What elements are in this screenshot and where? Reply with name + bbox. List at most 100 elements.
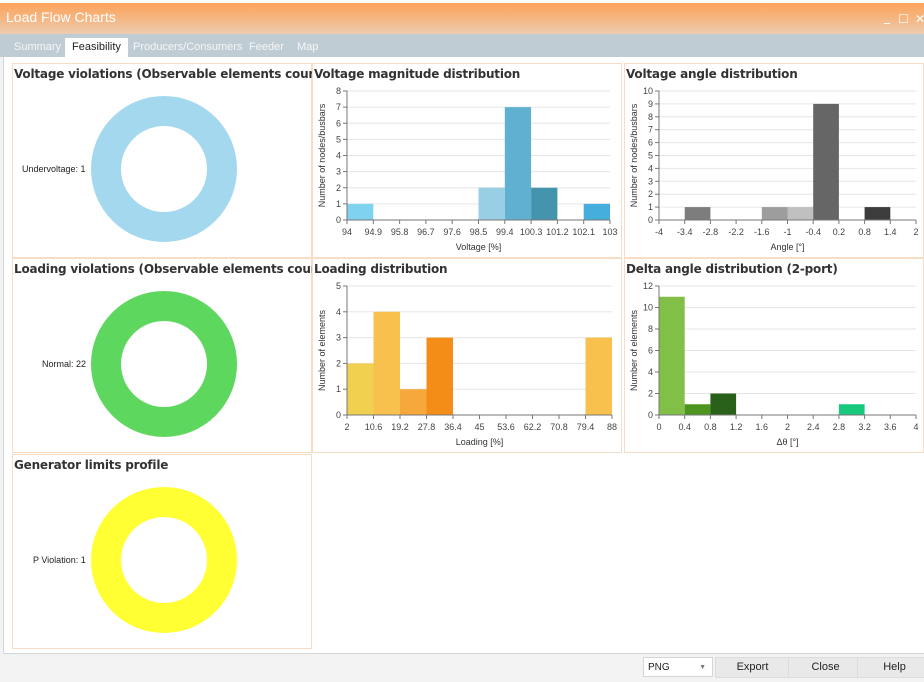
x-tick-label: 97.6: [443, 227, 461, 237]
voltage-magnitude-chart: 0 1 2 3 4 5 6 7 8 94 94.9 95.8 96.7 97.6 98.5 99.4 100.3…: [317, 86, 618, 252]
close-window-icon[interactable]: ✕: [915, 12, 924, 26]
x-tick-label: 2: [344, 422, 349, 432]
x-tick-label: 45: [474, 422, 484, 432]
x-tick-label: 95.8: [391, 227, 409, 237]
histogram-bar: [684, 207, 711, 220]
export-format-value: PNG: [648, 662, 670, 673]
y-tick-label: 3: [336, 167, 341, 177]
y-tick-label: 0: [648, 215, 653, 225]
y-tick-label: 10: [643, 86, 653, 96]
x-tick-label: 103: [602, 227, 617, 237]
x-tick-label: 102.1: [572, 227, 595, 237]
x-tick-label: 36.4: [444, 422, 462, 432]
y-tick-label: 0: [336, 410, 341, 420]
x-tick-label: 0.2: [833, 227, 846, 237]
y-tick-label: 0: [648, 410, 653, 420]
x-tick-label: 1.6: [756, 422, 769, 432]
x-tick-label: 98.5: [470, 227, 488, 237]
x-tick-label: 19.2: [391, 422, 409, 432]
y-tick-label: 4: [336, 307, 341, 317]
donut-slice-p-violation: [91, 487, 237, 633]
y-tick-label: 1: [648, 202, 653, 212]
histogram-bar: [400, 389, 427, 415]
tab-map[interactable]: Map: [290, 38, 325, 57]
window-title: Load Flow Charts: [6, 9, 116, 25]
donut-slice-normal: [91, 291, 237, 437]
x-tick-label: -2.2: [728, 227, 744, 237]
y-tick-label: 8: [336, 86, 341, 96]
y-tick-label: 1: [336, 199, 341, 209]
export-format-select[interactable]: PNG ▼: [643, 657, 713, 677]
minimize-icon[interactable]: _: [884, 10, 890, 24]
y-tick-label: 6: [336, 118, 341, 128]
y-tick-label: 6: [648, 346, 653, 356]
y-tick-label: 2: [648, 189, 653, 199]
x-tick-label: 99.4: [496, 227, 514, 237]
x-tick-label: 94: [342, 227, 352, 237]
x-tick-label: -2.8: [703, 227, 719, 237]
tab-feeder[interactable]: Feeder: [242, 38, 291, 57]
y-tick-label: 4: [336, 151, 341, 161]
x-tick-label: 2.8: [833, 422, 846, 432]
histogram-bar: [787, 207, 814, 220]
x-tick-label: 70.8: [550, 422, 568, 432]
voltage-angle-chart: 0 1 2 3 4 5 6 7 8 9 10 -4 -3.4 -2.8 -2.2 -1.6 -1 -0.4 0.2 0…: [629, 86, 919, 252]
x-tick-label: 2: [913, 227, 918, 237]
donut-slice-undervoltage: [91, 96, 237, 242]
y-axis-label: Number of nodes/busbars: [629, 103, 639, 207]
x-tick-label: -1: [783, 227, 791, 237]
y-tick-label: 8: [648, 112, 653, 122]
histogram-bar: [813, 103, 839, 220]
x-tick-label: 0.8: [704, 422, 717, 432]
undervoltage-slice-label: Undervoltage: 1: [22, 164, 86, 174]
window-titlebar[interactable]: Load Flow Charts _ ☐ ✕: [0, 3, 924, 34]
y-tick-label: 5: [336, 281, 341, 291]
y-tick-label: 9: [648, 99, 653, 109]
x-tick-label: 2.4: [807, 422, 820, 432]
x-tick-label: 3.2: [858, 422, 871, 432]
x-axis-label: Loading [%]: [456, 437, 504, 447]
normal-slice-label: Normal: 22: [42, 359, 87, 369]
x-tick-label: 96.7: [417, 227, 435, 237]
x-tick-label: -3.4: [677, 227, 693, 237]
x-tick-label: -0.4: [805, 227, 821, 237]
close-button[interactable]: Close: [788, 657, 863, 678]
histogram-bar: [531, 187, 558, 220]
y-axis-label: Number of elements: [317, 309, 327, 391]
histogram-bar: [838, 404, 865, 415]
voltage-violations-donut: [91, 96, 237, 242]
x-tick-label: 3.6: [884, 422, 897, 432]
generator-limits-donut: [91, 487, 237, 633]
y-axis-label: Number of elements: [629, 309, 639, 391]
tab-producers-consumers[interactable]: Producers/Consumers: [126, 38, 249, 57]
y-tick-label: 8: [648, 324, 653, 334]
histogram-bar: [710, 393, 737, 415]
voltage-violations-panel: Voltage violations (Observable elements …: [12, 63, 344, 258]
loading-violations-donut: [91, 291, 237, 437]
x-tick-label: 0.8: [858, 227, 871, 237]
x-tick-label: 2: [785, 422, 790, 432]
y-tick-label: 2: [336, 183, 341, 193]
x-tick-label: 53.6: [497, 422, 515, 432]
x-tick-label: -4: [655, 227, 663, 237]
tab-summary[interactable]: Summary: [7, 38, 68, 57]
y-tick-label: 2: [336, 358, 341, 368]
generator-limits-panel: Generator limits profile P Violation: 1: [12, 454, 312, 649]
x-tick-label: 4: [913, 422, 918, 432]
loading-distribution-panel: Loading distribution 0 1 2 3 4 5 2 10.6 19.2 27.8…: [312, 258, 622, 453]
y-tick-label: 7: [648, 125, 653, 135]
tab-feasibility[interactable]: Feasibility: [65, 38, 128, 57]
histogram-bar: [761, 207, 788, 220]
export-button[interactable]: Export: [715, 657, 790, 678]
histogram-bar: [583, 203, 610, 220]
loading-distribution-chart: 0123452 10.6 19.2 27.8 36.4 45 53.6 62.2 70.8 79.…: [317, 281, 617, 447]
maximize-icon[interactable]: ☐: [898, 12, 909, 26]
tab-bar: Summary Feasibility Producers/Consumers …: [0, 34, 924, 57]
y-tick-label: 5: [336, 134, 341, 144]
loading-violations-panel: Loading violations (Observable elements …: [12, 258, 346, 453]
help-button[interactable]: Help: [857, 657, 924, 678]
p-violation-slice-label: P Violation: 1: [33, 555, 86, 565]
x-tick-label: 1.4: [884, 227, 897, 237]
y-tick-label: 2: [648, 389, 653, 399]
y-tick-label: 10: [643, 303, 653, 313]
